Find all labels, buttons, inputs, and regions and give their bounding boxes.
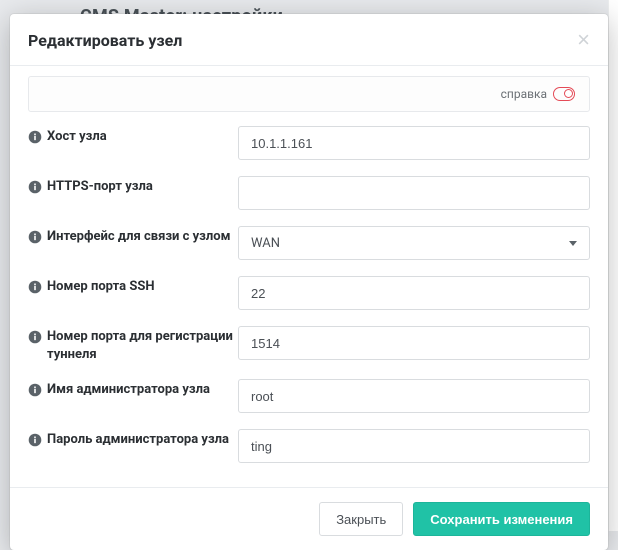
modal-body: справка Хост узла HTTPS-порт узла: [10, 66, 608, 487]
info-icon: [28, 383, 42, 397]
input-admin-pass[interactable]: [238, 429, 590, 463]
input-https-port[interactable]: [238, 176, 590, 210]
row-ssh-port: Номер порта SSH: [28, 276, 590, 310]
label-host: Хост узла: [28, 126, 238, 146]
input-ssh-port[interactable]: [238, 276, 590, 310]
toggle-icon: [553, 87, 575, 101]
label-ssh-port-text: Номер порта SSH: [47, 278, 155, 296]
info-icon: [28, 130, 42, 144]
edit-node-modal: Редактировать узел × справка Хост узла: [10, 14, 608, 550]
label-https-port-text: HTTPS-порт узла: [47, 178, 153, 196]
modal-footer: Закрыть Сохранить изменения: [10, 487, 608, 550]
select-interface[interactable]: WAN: [238, 226, 590, 260]
input-tunnel-port[interactable]: [238, 326, 590, 360]
label-ssh-port: Номер порта SSH: [28, 276, 238, 296]
label-admin-pass-text: Пароль администратора узла: [47, 431, 229, 449]
select-interface-value: WAN: [251, 236, 280, 251]
input-host[interactable]: [238, 126, 590, 160]
row-tunnel-port: Номер порта для регистрации туннеля: [28, 326, 590, 363]
chevron-down-icon: [569, 241, 577, 246]
label-tunnel-port-text: Номер порта для регистрации туннеля: [47, 328, 238, 363]
label-host-text: Хост узла: [47, 128, 107, 146]
label-interface-text: Интерфейс для связи с узлом: [47, 228, 230, 246]
info-icon: [28, 433, 42, 447]
backdrop-panel: [608, 0, 618, 531]
info-icon: [28, 330, 42, 344]
info-icon: [28, 180, 42, 194]
row-host: Хост узла: [28, 126, 590, 160]
info-icon: [28, 230, 42, 244]
close-icon[interactable]: ×: [577, 29, 590, 51]
label-interface: Интерфейс для связи с узлом: [28, 226, 238, 246]
info-icon: [28, 280, 42, 294]
row-admin-pass: Пароль администратора узла: [28, 429, 590, 463]
help-label: справка: [501, 87, 547, 101]
label-https-port: HTTPS-порт узла: [28, 176, 238, 196]
row-interface: Интерфейс для связи с узлом WAN: [28, 226, 590, 260]
input-admin-user[interactable]: [238, 379, 590, 413]
label-admin-user: Имя администратора узла: [28, 379, 238, 399]
label-admin-pass: Пароль администратора узла: [28, 429, 238, 449]
label-tunnel-port: Номер порта для регистрации туннеля: [28, 326, 238, 363]
row-admin-user: Имя администратора узла: [28, 379, 590, 413]
modal-header: Редактировать узел ×: [10, 14, 608, 66]
row-https-port: HTTPS-порт узла: [28, 176, 590, 210]
modal-title: Редактировать узел: [28, 31, 182, 50]
label-admin-user-text: Имя администратора узла: [47, 381, 210, 399]
help-toggle-row[interactable]: справка: [28, 76, 590, 112]
